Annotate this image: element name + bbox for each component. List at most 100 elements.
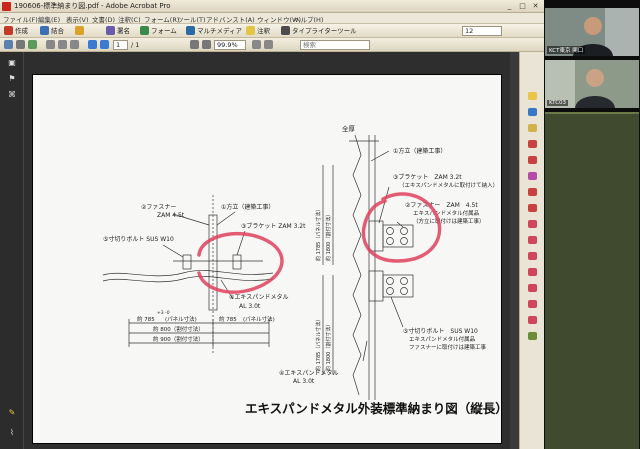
hand-tool-icon[interactable]	[46, 40, 55, 49]
webcam-tile-2[interactable]: KTC03	[545, 60, 639, 108]
combine-button[interactable]: 結合	[51, 26, 64, 36]
document-viewport[interactable]: ②ファスナー ZAM 4.5t ①方立（建築工事） ③ブラケット ZAM 3.2…	[24, 52, 510, 449]
section-dim-1: 約 1785（パネル寸法）	[315, 207, 322, 261]
forms-icon	[140, 26, 149, 35]
pencil-icon[interactable]	[528, 220, 537, 228]
previous-page-icon[interactable]	[88, 40, 97, 49]
section-fastener-label: ②ファスナー ZAM 4.5t	[405, 202, 478, 209]
menu-tools[interactable]: ツール(T)	[177, 14, 206, 24]
zoom-level-select[interactable]: 99.9%	[214, 40, 246, 50]
maximize-button[interactable]: □	[516, 1, 529, 11]
window-title: 190606-標準納まり図.pdf - Adobe Acrobat Pro	[14, 2, 171, 10]
strikethrough-icon[interactable]	[528, 172, 537, 180]
acrobat-app-icon	[2, 2, 11, 11]
page-total: / 1	[131, 41, 140, 49]
webcam-column-background	[545, 112, 639, 449]
left-expand-metal-spec: AL 3.0t	[239, 303, 261, 310]
section-dim-3: 約 1785（パネル寸法）	[315, 317, 322, 371]
callout-icon[interactable]	[528, 188, 537, 196]
sign-button[interactable]: 署名	[117, 26, 130, 36]
left-dim-785-a: 約 785	[137, 315, 155, 323]
create-pdf-icon	[4, 26, 13, 35]
menu-document[interactable]: 文書(D)	[92, 14, 115, 24]
menu-help[interactable]: ヘルプ(H)	[294, 14, 323, 24]
zoom-out-icon[interactable]	[190, 40, 199, 49]
section-bracket-label: ③ブラケット ZAM 3.2t	[393, 173, 462, 181]
attach-file-icon[interactable]	[528, 332, 537, 340]
comment-button[interactable]: 注釈	[257, 26, 270, 36]
menu-edit[interactable]: 編集(E)	[38, 14, 60, 24]
left-dim-785-b: 約 785	[219, 315, 237, 323]
attachments-icon[interactable]: ⌘	[7, 90, 17, 100]
bookmarks-icon[interactable]: ⚑	[7, 74, 17, 84]
acrobat-window: 190606-標準納まり図.pdf - Adobe Acrobat Pro _ …	[0, 0, 544, 449]
left-dim-900: 約 900（割付寸法）	[153, 335, 204, 343]
close-button[interactable]: ✕	[529, 1, 542, 11]
select-tool-icon[interactable]	[58, 40, 67, 49]
lock-icon[interactable]	[75, 26, 84, 35]
section-bolt-note-1: エキスパンドメタル付属品	[409, 335, 476, 343]
menu-file[interactable]: ファイル(F)	[3, 14, 38, 24]
stamp-icon[interactable]	[528, 124, 537, 132]
sign-icon	[106, 26, 115, 35]
multimedia-button[interactable]: マルチメディア	[197, 26, 242, 36]
page-number-input[interactable]: 1	[113, 40, 128, 50]
font-size-select[interactable]: 12	[462, 26, 502, 36]
title-bar: 190606-標準納まり図.pdf - Adobe Acrobat Pro _ …	[0, 0, 544, 13]
typewriter-tool-button[interactable]: タイプライターツール	[292, 26, 357, 36]
combine-icon	[40, 26, 49, 35]
find-input[interactable]: 検索	[300, 40, 370, 50]
next-page-icon[interactable]	[100, 40, 109, 49]
section-dim-4: 約 1800（割付寸法）	[325, 322, 332, 371]
oval-icon[interactable]	[528, 284, 537, 292]
comment-icon	[246, 26, 255, 35]
left-dim-785-a-note: (パネル寸法)	[165, 315, 197, 323]
text-box-icon[interactable]	[528, 204, 537, 212]
pages-panel-icon[interactable]: ▣	[7, 58, 17, 68]
line-icon[interactable]	[528, 252, 537, 260]
section-bolt-note-2: ファスナーに取付けは建築工事	[409, 343, 487, 351]
navigation-panel: ▣ ⚑ ⌘ ✎ ⌇	[0, 52, 24, 449]
left-fastener-label: ②ファスナー	[141, 204, 176, 211]
fit-page-icon[interactable]	[252, 40, 261, 49]
menu-forms[interactable]: フォーム(R)	[144, 14, 179, 24]
vertical-scrollbar[interactable]	[510, 52, 519, 449]
typewriter-icon	[281, 26, 290, 35]
attachment-clip-icon[interactable]: ⌇	[7, 428, 17, 438]
rectangle-icon[interactable]	[528, 300, 537, 308]
highlight-icon[interactable]	[528, 140, 537, 148]
left-bolt-label: ⑤寸切りボルト SUS W10	[103, 235, 174, 243]
fit-width-icon[interactable]	[264, 40, 273, 49]
create-button[interactable]: 作成	[15, 26, 28, 36]
webcam-1-label: KCT東京 関口	[547, 46, 586, 54]
eraser-icon[interactable]	[528, 236, 537, 244]
zoom-tool-icon[interactable]	[70, 40, 79, 49]
section-fastener-note-1: エキスパンドメタル付属品	[413, 209, 480, 217]
screen: 190606-標準納まり図.pdf - Adobe Acrobat Pro _ …	[0, 0, 640, 449]
polygon-icon[interactable]	[528, 316, 537, 324]
sticky-note-icon[interactable]	[528, 92, 537, 100]
save-icon[interactable]	[4, 40, 13, 49]
menu-comment[interactable]: 注釈(C)	[118, 14, 141, 24]
section-mullion-label: ①方立（建築工事）	[393, 147, 446, 155]
text-edit-icon[interactable]	[528, 108, 537, 116]
menu-view[interactable]: 表示(V)	[66, 14, 89, 24]
arrow-icon[interactable]	[528, 268, 537, 276]
section-dim-2: 約 1800（割付寸法）	[325, 212, 332, 261]
menu-advanced[interactable]: アドバンスト(A)	[206, 14, 255, 24]
webcam-tile-1[interactable]: KCT東京 関口	[545, 8, 639, 56]
pdf-page: ②ファスナー ZAM 4.5t ①方立（建築工事） ③ブラケット ZAM 3.2…	[32, 74, 503, 444]
section-bolt-label: ⑤寸切りボルト SUS W10	[403, 327, 478, 335]
comments-panel-icon[interactable]: ✎	[7, 408, 17, 418]
section-fastener-note-2: （方立に取付けは建築工事）	[413, 217, 485, 225]
zoom-in-icon[interactable]	[202, 40, 211, 49]
left-bracket-label: ③ブラケット ZAM 3.2t	[241, 222, 306, 230]
forms-button[interactable]: フォーム	[151, 26, 177, 36]
left-expand-metal-label: ④エキスパンドメタル	[229, 293, 289, 301]
print-icon[interactable]	[16, 40, 25, 49]
email-icon[interactable]	[28, 40, 37, 49]
navigation-toolbar: 1 / 1 99.9% 検索	[0, 38, 544, 52]
minimize-button[interactable]: _	[503, 1, 516, 11]
underline-icon[interactable]	[528, 156, 537, 164]
annotation-circle-left	[197, 231, 284, 294]
